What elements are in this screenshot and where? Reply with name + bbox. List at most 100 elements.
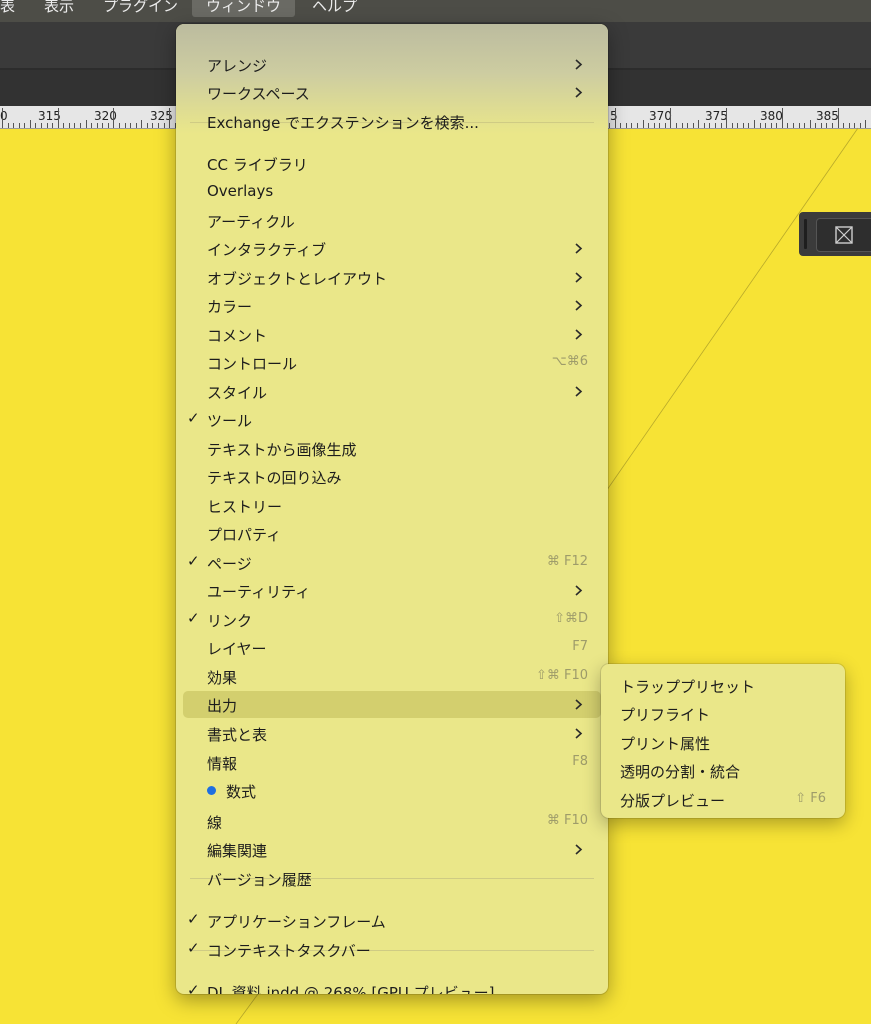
ruler-tick [152,123,153,128]
window-menu-dropdown: アレンジワークスペース Exchange でエクステンションを検索... CC ライ… [176,24,608,994]
menu-item-label: 数式 [226,783,257,801]
ruler-tick [860,123,861,128]
panel-grip-handle[interactable] [804,219,807,249]
ruler-tick [826,123,827,128]
menu-item-label: レイヤー [207,640,267,658]
menu-item[interactable]: テキストの回り込み [183,463,601,490]
menu-item[interactable]: テキストから画像生成 [183,435,601,462]
menu-item-label: アプリケーションフレーム [207,913,386,931]
menu-item[interactable]: 編集関連 [183,836,601,863]
menubar-item-view[interactable]: 表示 [44,0,74,17]
ruler-tick [748,123,749,128]
menu-item[interactable]: ✓ ページ ⌘ F12 [183,549,601,576]
menu-item-label: オブジェクトとレイアウト [207,270,388,288]
ruler-tick [620,123,621,128]
ruler-tick [732,123,733,128]
ruler-tick [609,123,610,128]
menu-item[interactable]: ユーティリティ [183,577,601,604]
ruler-tick [164,123,165,128]
menu-item[interactable]: 線 ⌘ F10 [183,808,601,835]
menu-item[interactable]: ✓ コンテキストタスクバー [183,936,601,963]
menubar-item-window[interactable]: ウィンドウ [192,0,296,17]
ruler-label: 370 [649,109,672,123]
frame-placeholder-icon [835,226,853,244]
ruler-tick [643,120,644,128]
menu-item[interactable]: プロパティ [183,520,601,547]
ruler-tick [721,123,722,128]
chevron-right-icon [575,272,583,283]
indesign-window: 表 表示 プラグイン ウィンドウ ヘルプ 0 315 320 325 5 370… [0,0,871,1024]
menu-item[interactable]: オブジェクトとレイアウト [183,264,601,291]
menubar-item-plugins[interactable]: プラグイン [103,0,178,17]
menu-item[interactable]: カラー [183,292,601,319]
ruler-tick [776,123,777,128]
menu-item[interactable]: アレンジ [183,51,601,78]
ruler-tick [141,120,142,128]
checkmark-icon: ✓ [187,910,200,928]
floating-panel[interactable] [799,212,871,256]
menu-item-label: バージョン履歴 [207,871,312,889]
chevron-right-icon [575,386,583,397]
ruler-tick [158,123,159,128]
menu-item[interactable]: CC ライブラリ [183,150,601,177]
ruler-tick [665,123,666,128]
status-dot-icon [207,786,216,795]
menu-item[interactable]: ✓ アプリケーションフレーム [183,907,601,934]
ruler-tick [119,123,120,128]
chevron-right-icon [575,844,583,855]
chevron-right-icon [575,243,583,254]
ruler-tick [35,123,36,128]
ruler-tick [626,123,627,128]
submenu-item[interactable]: プリフライト [608,700,838,727]
menu-item[interactable]: ヒストリー [183,492,601,519]
menu-item[interactable]: 書式と表 [183,720,601,747]
submenu-item[interactable]: 透明の分割・統合 [608,757,838,784]
ruler-tick [102,123,103,128]
menu-item-label: アレンジ [207,57,268,75]
diagonal-guide [599,127,859,501]
ruler-tick [637,123,638,128]
menu-item[interactable]: Exchange でエクステンションを検索... [183,108,601,135]
menu-item-label: ページ [207,555,252,573]
submenu-item[interactable]: プリント属性 [608,729,838,756]
ruler-tick [832,123,833,128]
menu-item[interactable]: 数式 [183,777,601,804]
ruler-tick [687,123,688,128]
menubar-item-table[interactable]: 表 [0,0,15,17]
ruler-tick [169,108,170,128]
menu-item[interactable]: インタラクティブ [183,235,601,262]
chevron-right-icon [575,585,583,596]
menu-item[interactable]: コントロール ⌥⌘6 [183,349,601,376]
menu-item-label: 編集関連 [207,842,268,860]
ruler-tick [849,123,850,128]
checkmark-icon: ✓ [187,939,200,957]
menu-item[interactable]: ✓ リンク ⇧⌘D [183,606,601,633]
ruler-tick [815,123,816,128]
ruler-tick [676,123,677,128]
menu-item[interactable]: ✓ DL 資料.indd @ 268% [GPU プレビュー] [183,978,601,994]
menubar-item-help[interactable]: ヘルプ [312,0,357,17]
menu-item[interactable]: ワークスペース [183,79,601,106]
menu-item[interactable]: スタイル [183,378,601,405]
submenu-item[interactable]: トラッププリセット [608,672,838,699]
ruler-tick [8,123,9,128]
menu-item[interactable]: アーティクル [183,207,601,234]
menu-item[interactable]: ✓ ツール [183,406,601,433]
menu-item[interactable]: コメント [183,321,601,348]
menu-item-shortcut: ⌘ F10 [546,813,588,828]
menu-item[interactable]: 情報 F8 [183,749,601,776]
menu-item[interactable]: レイヤー F7 [183,634,601,661]
menu-item[interactable]: 出力 [183,691,601,718]
ruler-tick [147,123,148,128]
submenu-item[interactable]: 分版プレビュー ⇧ F6 [608,786,838,813]
menu-item-shortcut: ⇧⌘ F10 [535,668,588,683]
panel-tab[interactable] [816,218,871,252]
ruler-tick [113,108,114,128]
ruler-tick [760,123,761,128]
menu-item-label: コントロール [207,355,298,373]
menu-item-label: ワークスペース [207,85,310,103]
menu-item[interactable]: Overlays [183,178,601,205]
menu-item[interactable]: バージョン履歴 [183,865,601,892]
chevron-right-icon [575,300,583,311]
menu-item[interactable]: 効果 ⇧⌘ F10 [183,663,601,690]
